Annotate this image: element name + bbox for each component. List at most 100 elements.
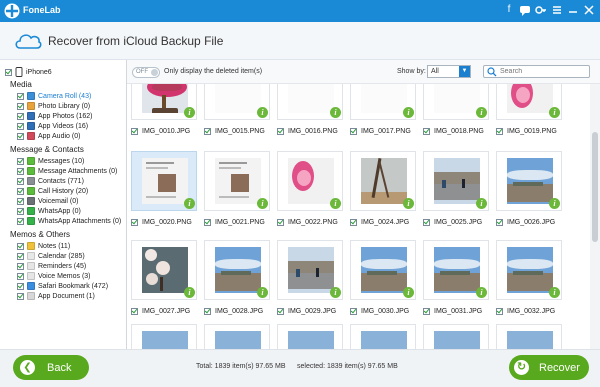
sidebar-item-checkbox[interactable] bbox=[17, 252, 24, 260]
photo-checkbox[interactable] bbox=[496, 127, 503, 135]
photo-caption[interactable]: IMG_0016.PNG bbox=[277, 126, 338, 136]
photo-thumbnail[interactable]: i bbox=[423, 240, 489, 300]
photo-thumbnail[interactable]: i bbox=[350, 240, 416, 300]
photo-checkbox[interactable] bbox=[423, 307, 430, 315]
sidebar-item-checkbox[interactable] bbox=[17, 197, 24, 205]
sidebar-item[interactable]: WhatsApp Attachments (0) bbox=[17, 216, 121, 226]
sidebar-item-checkbox[interactable] bbox=[17, 292, 24, 300]
close-icon[interactable] bbox=[582, 2, 596, 18]
sidebar-item[interactable]: Safari Bookmark (472) bbox=[17, 281, 108, 291]
key-icon[interactable] bbox=[534, 2, 548, 18]
sidebar-item-checkbox[interactable] bbox=[17, 122, 24, 130]
sidebar-item[interactable]: Contacts (771) bbox=[17, 176, 84, 186]
info-icon[interactable]: i bbox=[184, 198, 195, 209]
sidebar-item[interactable]: Notes (11) bbox=[17, 241, 70, 251]
photo-thumbnail[interactable]: i bbox=[277, 151, 343, 211]
info-icon[interactable]: i bbox=[549, 198, 560, 209]
sidebar-item-checkbox[interactable] bbox=[17, 282, 24, 290]
photo-thumbnail[interactable]: i bbox=[496, 151, 562, 211]
sidebar-item-checkbox[interactable] bbox=[17, 187, 24, 195]
photo-caption[interactable]: IMG_0025.JPG bbox=[423, 217, 482, 227]
scrollbar-thumb[interactable] bbox=[592, 132, 598, 242]
photo-thumbnail[interactable]: i bbox=[496, 240, 562, 300]
photo-thumbnail[interactable]: i bbox=[204, 240, 270, 300]
photo-checkbox[interactable] bbox=[350, 307, 357, 315]
info-icon[interactable]: i bbox=[476, 287, 487, 298]
menu-icon[interactable] bbox=[550, 2, 564, 18]
photo-checkbox[interactable] bbox=[131, 127, 138, 135]
show-by-select[interactable]: All ▼ bbox=[427, 65, 471, 78]
sidebar-item-checkbox[interactable] bbox=[17, 167, 24, 175]
sidebar-item-checkbox[interactable] bbox=[17, 272, 24, 280]
sidebar-item[interactable]: App Audio (0) bbox=[17, 131, 80, 141]
sidebar-item[interactable]: App Document (1) bbox=[17, 291, 95, 301]
photo-checkbox[interactable] bbox=[496, 218, 503, 226]
photo-thumbnail[interactable]: i bbox=[277, 240, 343, 300]
minimize-icon[interactable] bbox=[566, 2, 580, 18]
photo-checkbox[interactable] bbox=[204, 218, 211, 226]
recover-button[interactable]: ↻ Recover bbox=[509, 355, 589, 380]
info-icon[interactable]: i bbox=[184, 107, 195, 118]
photo-checkbox[interactable] bbox=[350, 127, 357, 135]
sidebar-item-checkbox[interactable] bbox=[17, 102, 24, 110]
photo-thumbnail[interactable] bbox=[131, 324, 197, 349]
info-icon[interactable]: i bbox=[257, 287, 268, 298]
photo-caption[interactable]: IMG_0031.JPG bbox=[423, 306, 482, 316]
photo-caption[interactable]: IMG_0022.PNG bbox=[277, 217, 338, 227]
photo-caption[interactable]: IMG_0026.JPG bbox=[496, 217, 555, 227]
sidebar-item[interactable]: WhatsApp (0) bbox=[17, 206, 81, 216]
search-input[interactable] bbox=[500, 67, 586, 76]
photo-thumbnail[interactable]: i bbox=[131, 240, 197, 300]
photo-thumbnail[interactable]: i bbox=[204, 84, 270, 120]
sidebar-item-checkbox[interactable] bbox=[17, 242, 24, 250]
sidebar-item-checkbox[interactable] bbox=[17, 262, 24, 270]
info-icon[interactable]: i bbox=[257, 198, 268, 209]
photo-checkbox[interactable] bbox=[350, 218, 357, 226]
photo-checkbox[interactable] bbox=[496, 307, 503, 315]
photo-thumbnail[interactable]: i bbox=[496, 84, 562, 120]
photo-checkbox[interactable] bbox=[204, 307, 211, 315]
sidebar-item-checkbox[interactable] bbox=[17, 112, 24, 120]
photo-caption[interactable]: IMG_0029.JPG bbox=[277, 306, 336, 316]
sidebar-item[interactable]: Voicemail (0) bbox=[17, 196, 78, 206]
photo-caption[interactable]: IMG_0021.PNG bbox=[204, 217, 265, 227]
deleted-only-toggle[interactable]: OFF bbox=[132, 67, 160, 78]
photo-checkbox[interactable] bbox=[277, 127, 284, 135]
sidebar-item[interactable]: Voice Memos (3) bbox=[17, 271, 91, 281]
photo-thumbnail[interactable] bbox=[204, 324, 270, 349]
photo-thumbnail[interactable] bbox=[277, 324, 343, 349]
chat-icon[interactable] bbox=[518, 2, 532, 18]
info-icon[interactable]: i bbox=[184, 287, 195, 298]
photo-caption[interactable]: IMG_0024.JPG bbox=[350, 217, 409, 227]
facebook-icon[interactable]: f bbox=[502, 2, 516, 18]
photo-thumbnail[interactable]: i bbox=[350, 151, 416, 211]
info-icon[interactable]: i bbox=[476, 107, 487, 118]
sidebar-item-checkbox[interactable] bbox=[17, 157, 24, 165]
sidebar-item[interactable]: App Videos (16) bbox=[17, 121, 88, 131]
sidebar-item[interactable]: Calendar (285) bbox=[17, 251, 85, 261]
photo-checkbox[interactable] bbox=[131, 307, 138, 315]
sidebar-item[interactable]: Call History (20) bbox=[17, 186, 88, 196]
photo-thumbnail[interactable]: i bbox=[131, 84, 197, 120]
sidebar-item[interactable]: Photo Library (0) bbox=[17, 101, 90, 111]
photo-thumbnail[interactable]: i bbox=[350, 84, 416, 120]
sidebar-item[interactable]: Message Attachments (0) bbox=[17, 166, 117, 176]
photo-thumbnail[interactable]: i bbox=[204, 151, 270, 211]
info-icon[interactable]: i bbox=[403, 287, 414, 298]
photo-thumbnail[interactable] bbox=[350, 324, 416, 349]
info-icon[interactable]: i bbox=[476, 198, 487, 209]
sidebar-item-checkbox[interactable] bbox=[17, 132, 24, 140]
photo-checkbox[interactable] bbox=[423, 127, 430, 135]
info-icon[interactable]: i bbox=[257, 107, 268, 118]
vertical-scrollbar[interactable] bbox=[590, 84, 600, 349]
photo-thumbnail[interactable]: i bbox=[423, 84, 489, 120]
photo-checkbox[interactable] bbox=[277, 218, 284, 226]
info-icon[interactable]: i bbox=[330, 198, 341, 209]
info-icon[interactable]: i bbox=[330, 107, 341, 118]
info-icon[interactable]: i bbox=[549, 107, 560, 118]
device-checkbox[interactable] bbox=[5, 68, 12, 76]
photo-checkbox[interactable] bbox=[423, 218, 430, 226]
photo-checkbox[interactable] bbox=[131, 218, 138, 226]
sidebar-item-checkbox[interactable] bbox=[17, 217, 24, 225]
photo-thumbnail[interactable] bbox=[496, 324, 562, 349]
